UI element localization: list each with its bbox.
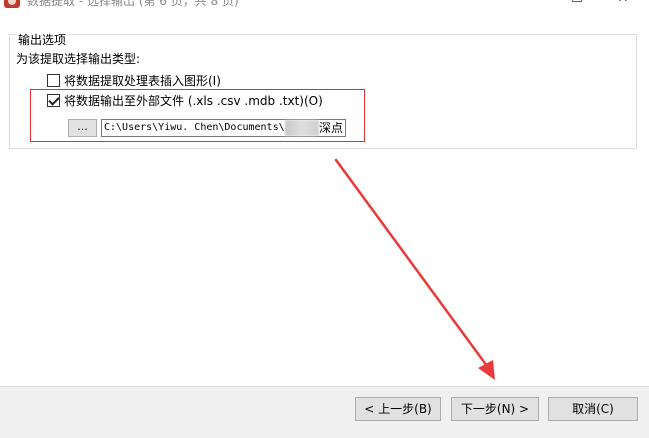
minimize-icon[interactable]: —: [508, 0, 554, 10]
file-path-tail: 深点: [319, 121, 344, 135]
back-button[interactable]: < 上一步(B): [355, 397, 441, 421]
close-icon[interactable]: ✕: [600, 0, 646, 10]
external-file-label: 将数据输出至外部文件 (.xls .csv .mdb .txt)(O): [64, 93, 323, 108]
maximize-icon[interactable]: ☐: [554, 0, 600, 10]
external-file-option[interactable]: 将数据输出至外部文件 (.xls .csv .mdb .txt)(O): [47, 92, 323, 108]
title-bar: 数据提取 - 选择输出 (第 6 页，共 8 页) — ☐ ✕: [0, 0, 649, 10]
external-file-checkbox[interactable]: [47, 93, 60, 107]
app-icon: [4, 0, 20, 8]
output-type-prompt: 为该提取选择输出类型:: [16, 52, 141, 66]
insert-table-option[interactable]: 将数据提取处理表插入图形(I): [47, 72, 221, 88]
browse-button[interactable]: ...: [68, 119, 97, 137]
insert-table-label: 将数据提取处理表插入图形(I): [64, 73, 221, 88]
next-button[interactable]: 下一步(N) >: [451, 397, 539, 421]
redacted-text: [285, 120, 319, 136]
group-title: 输出选项: [16, 33, 69, 47]
insert-table-checkbox[interactable]: [47, 73, 60, 87]
window-title: 数据提取 - 选择输出 (第 6 页，共 8 页): [27, 0, 239, 8]
cancel-button[interactable]: 取消(C): [548, 397, 638, 421]
